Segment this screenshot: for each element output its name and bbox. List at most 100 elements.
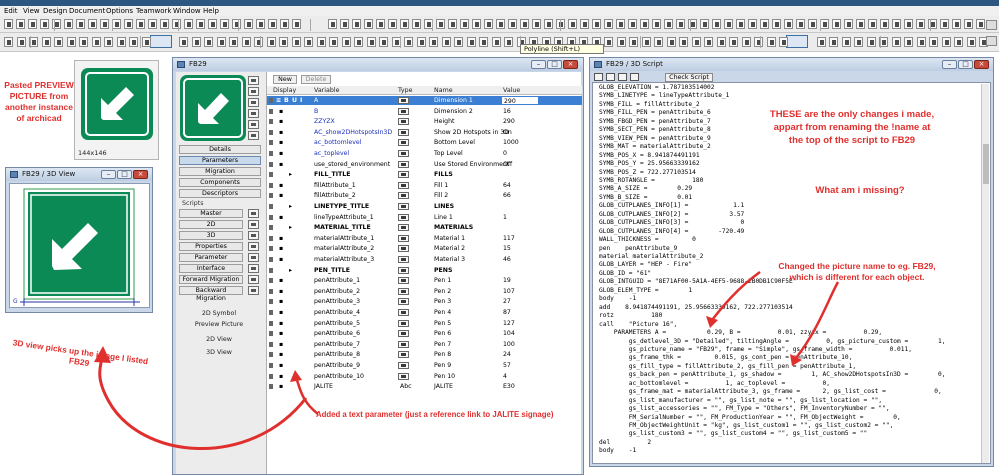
minimize-button[interactable]: –: [942, 60, 957, 69]
parameter-name[interactable]: Pen 6: [434, 329, 451, 338]
parameter-value[interactable]: 290: [501, 96, 539, 105]
parameter-type-icon[interactable]: [398, 118, 409, 126]
script-line[interactable]: SYMB_LINETYPE = lineTypeAttribute_1: [599, 92, 729, 99]
toolbar-tool-icon[interactable]: [580, 19, 589, 29]
toolbar-tool-icon[interactable]: [679, 37, 688, 47]
toolbar-tool-icon[interactable]: [429, 37, 438, 47]
toolbar-tool-icon[interactable]: [940, 19, 949, 29]
script-line[interactable]: SYMB_FILL = fillAttribute_2: [599, 101, 700, 108]
parameter-variable[interactable]: LINETYPE_TITLE: [314, 202, 369, 211]
menu-help[interactable]: Help: [203, 6, 219, 16]
parameter-name[interactable]: Pen 1: [434, 276, 451, 285]
lock-icon[interactable]: [269, 341, 273, 347]
parameter-value[interactable]: 64: [501, 181, 539, 190]
parameter-value[interactable]: [501, 202, 539, 211]
parameter-type-icon[interactable]: [398, 372, 409, 380]
parameter-name[interactable]: Top Level: [434, 149, 463, 158]
script-goto-icon[interactable]: [618, 73, 627, 81]
script-master-icon[interactable]: [248, 209, 259, 218]
script-options-icon[interactable]: [594, 73, 603, 81]
parameter-row[interactable]: ≡ B U I A Dimension 1 290: [267, 96, 582, 105]
parameter-value[interactable]: 0: [501, 149, 539, 158]
script-search-icon[interactable]: [606, 73, 615, 81]
toolbar-tool-icon[interactable]: [217, 37, 226, 47]
toolbar-tool-icon[interactable]: [842, 37, 851, 47]
script-line[interactable]: SYMB_B_SIZE = 0.01: [599, 194, 692, 201]
toolbar-tool-icon[interactable]: [136, 19, 145, 29]
lock-icon[interactable]: [269, 310, 273, 315]
parameter-row[interactable]: ▸ MATERIAL_TITLE MATERIALS: [267, 223, 582, 232]
toolbar-tool-icon[interactable]: [280, 19, 289, 29]
group-toggle-icon[interactable]: ▸: [289, 170, 292, 179]
lock-icon[interactable]: [269, 352, 273, 358]
lock-icon[interactable]: [269, 363, 273, 368]
lock-icon[interactable]: [269, 299, 273, 305]
toolbar-tool-icon[interactable]: [854, 37, 863, 47]
parameter-variable[interactable]: use_stored_environment: [314, 160, 390, 169]
script-line[interactable]: GLOB_LAYER = "HEP - Fire": [599, 261, 692, 268]
lock-icon[interactable]: [269, 119, 273, 125]
script-line[interactable]: gs_list_manufacturer = "", gs_list_note …: [599, 397, 882, 404]
list-icon[interactable]: [248, 120, 259, 129]
menu-document[interactable]: Document: [69, 6, 105, 16]
parameter-value[interactable]: 46: [501, 255, 539, 264]
parameter-name[interactable]: Fill 1: [434, 181, 448, 190]
script-line[interactable]: gs_frame_thk = 0.015, gs_cont_pen = penA…: [599, 354, 853, 361]
components-button[interactable]: Components: [179, 178, 261, 187]
toolbar-tool-icon[interactable]: [232, 19, 241, 29]
toolbar-tool-icon[interactable]: [929, 37, 938, 47]
toolbar-tool-icon[interactable]: [712, 19, 721, 29]
toolbar-tool-icon[interactable]: [417, 37, 426, 47]
script-help-icon[interactable]: [630, 73, 639, 81]
toolbar-tool-icon[interactable]: [736, 19, 745, 29]
toolbar-tool-icon[interactable]: [604, 19, 613, 29]
toolbar-tool-icon[interactable]: [4, 19, 13, 29]
toolbar-tool-icon[interactable]: [867, 37, 876, 47]
parameter-value[interactable]: 24: [501, 350, 539, 359]
parameter-row[interactable]: ▪ penAttribute_6 Pen 6 104: [267, 329, 582, 338]
parameter-row[interactable]: ▪ use_stored_environment Use Stored Enviro…: [267, 160, 582, 169]
parameter-name[interactable]: Pen 8: [434, 350, 451, 359]
parameter-name[interactable]: Material 1: [434, 234, 465, 243]
script-line[interactable]: SYMB_ROTANGLE = 180: [599, 177, 703, 184]
toolbar-tool-icon[interactable]: [692, 37, 701, 47]
toolbar-tool-icon[interactable]: [367, 37, 376, 47]
script-line[interactable]: body -1: [599, 295, 636, 302]
parameters-button[interactable]: Parameters: [179, 156, 261, 165]
toolbar-tool-icon[interactable]: [79, 37, 88, 47]
script-line[interactable]: SYMB_SECT_PEN = penAttribute_8: [599, 126, 711, 133]
script-properties-icon[interactable]: [248, 242, 259, 251]
script-line[interactable]: gs_frame_mat = materialAttribute_3, gs_f…: [599, 388, 942, 395]
parameter-row[interactable]: ▪ B Dimension 2 16: [267, 107, 582, 116]
lock-icon[interactable]: [269, 182, 273, 188]
parameter-type-icon[interactable]: [398, 298, 409, 306]
script-line[interactable]: GLOB_CUTPLANES_INFO[4] = -720.49: [599, 228, 744, 235]
group-toggle-icon[interactable]: ▸: [289, 202, 292, 211]
script-line[interactable]: gs_fill_type = fillAttribute_2, gs_fill_…: [599, 363, 856, 370]
parameter-name[interactable]: Material 2: [434, 244, 465, 253]
lock-icon[interactable]: [269, 193, 273, 199]
parameter-variable[interactable]: MATERIAL_TITLE: [314, 223, 371, 232]
parameter-row[interactable]: ▪ fillAttribute_1 Fill 1 64: [267, 181, 582, 190]
toolbar-tool-icon[interactable]: [967, 37, 976, 47]
parameter-type-icon[interactable]: [398, 128, 409, 136]
toolbar-tool-icon[interactable]: [220, 19, 229, 29]
menu-view[interactable]: View: [23, 6, 40, 16]
script-line[interactable]: gs_picture_name = "FB29", frame = "Simpl…: [599, 346, 912, 353]
parameter-row[interactable]: ▸ LINETYPE_TITLE LINES: [267, 202, 582, 211]
toolbar-tool-icon[interactable]: [242, 37, 251, 47]
parameter-row[interactable]: ▪ materialAttribute_2 Material 2 15: [267, 244, 582, 253]
new-parameter-button[interactable]: New: [273, 75, 297, 84]
parameter-value[interactable]: E30: [501, 382, 539, 391]
toolbar-tool-icon[interactable]: [342, 37, 351, 47]
parameter-type-icon[interactable]: [398, 362, 409, 369]
parameter-value[interactable]: 57: [501, 361, 539, 370]
toolbar-tool-icon[interactable]: [28, 19, 37, 29]
menu-teamwork[interactable]: Teamwork: [136, 6, 171, 16]
delete-parameter-button[interactable]: Delete: [301, 75, 331, 84]
display-style-icon[interactable]: B: [284, 96, 289, 105]
parameter-name[interactable]: Pen 9: [434, 361, 451, 370]
parameter-type-icon[interactable]: [398, 224, 409, 232]
close-button[interactable]: ×: [974, 60, 989, 69]
parameter-row[interactable]: ▪ penAttribute_5 Pen 5 127: [267, 319, 582, 328]
